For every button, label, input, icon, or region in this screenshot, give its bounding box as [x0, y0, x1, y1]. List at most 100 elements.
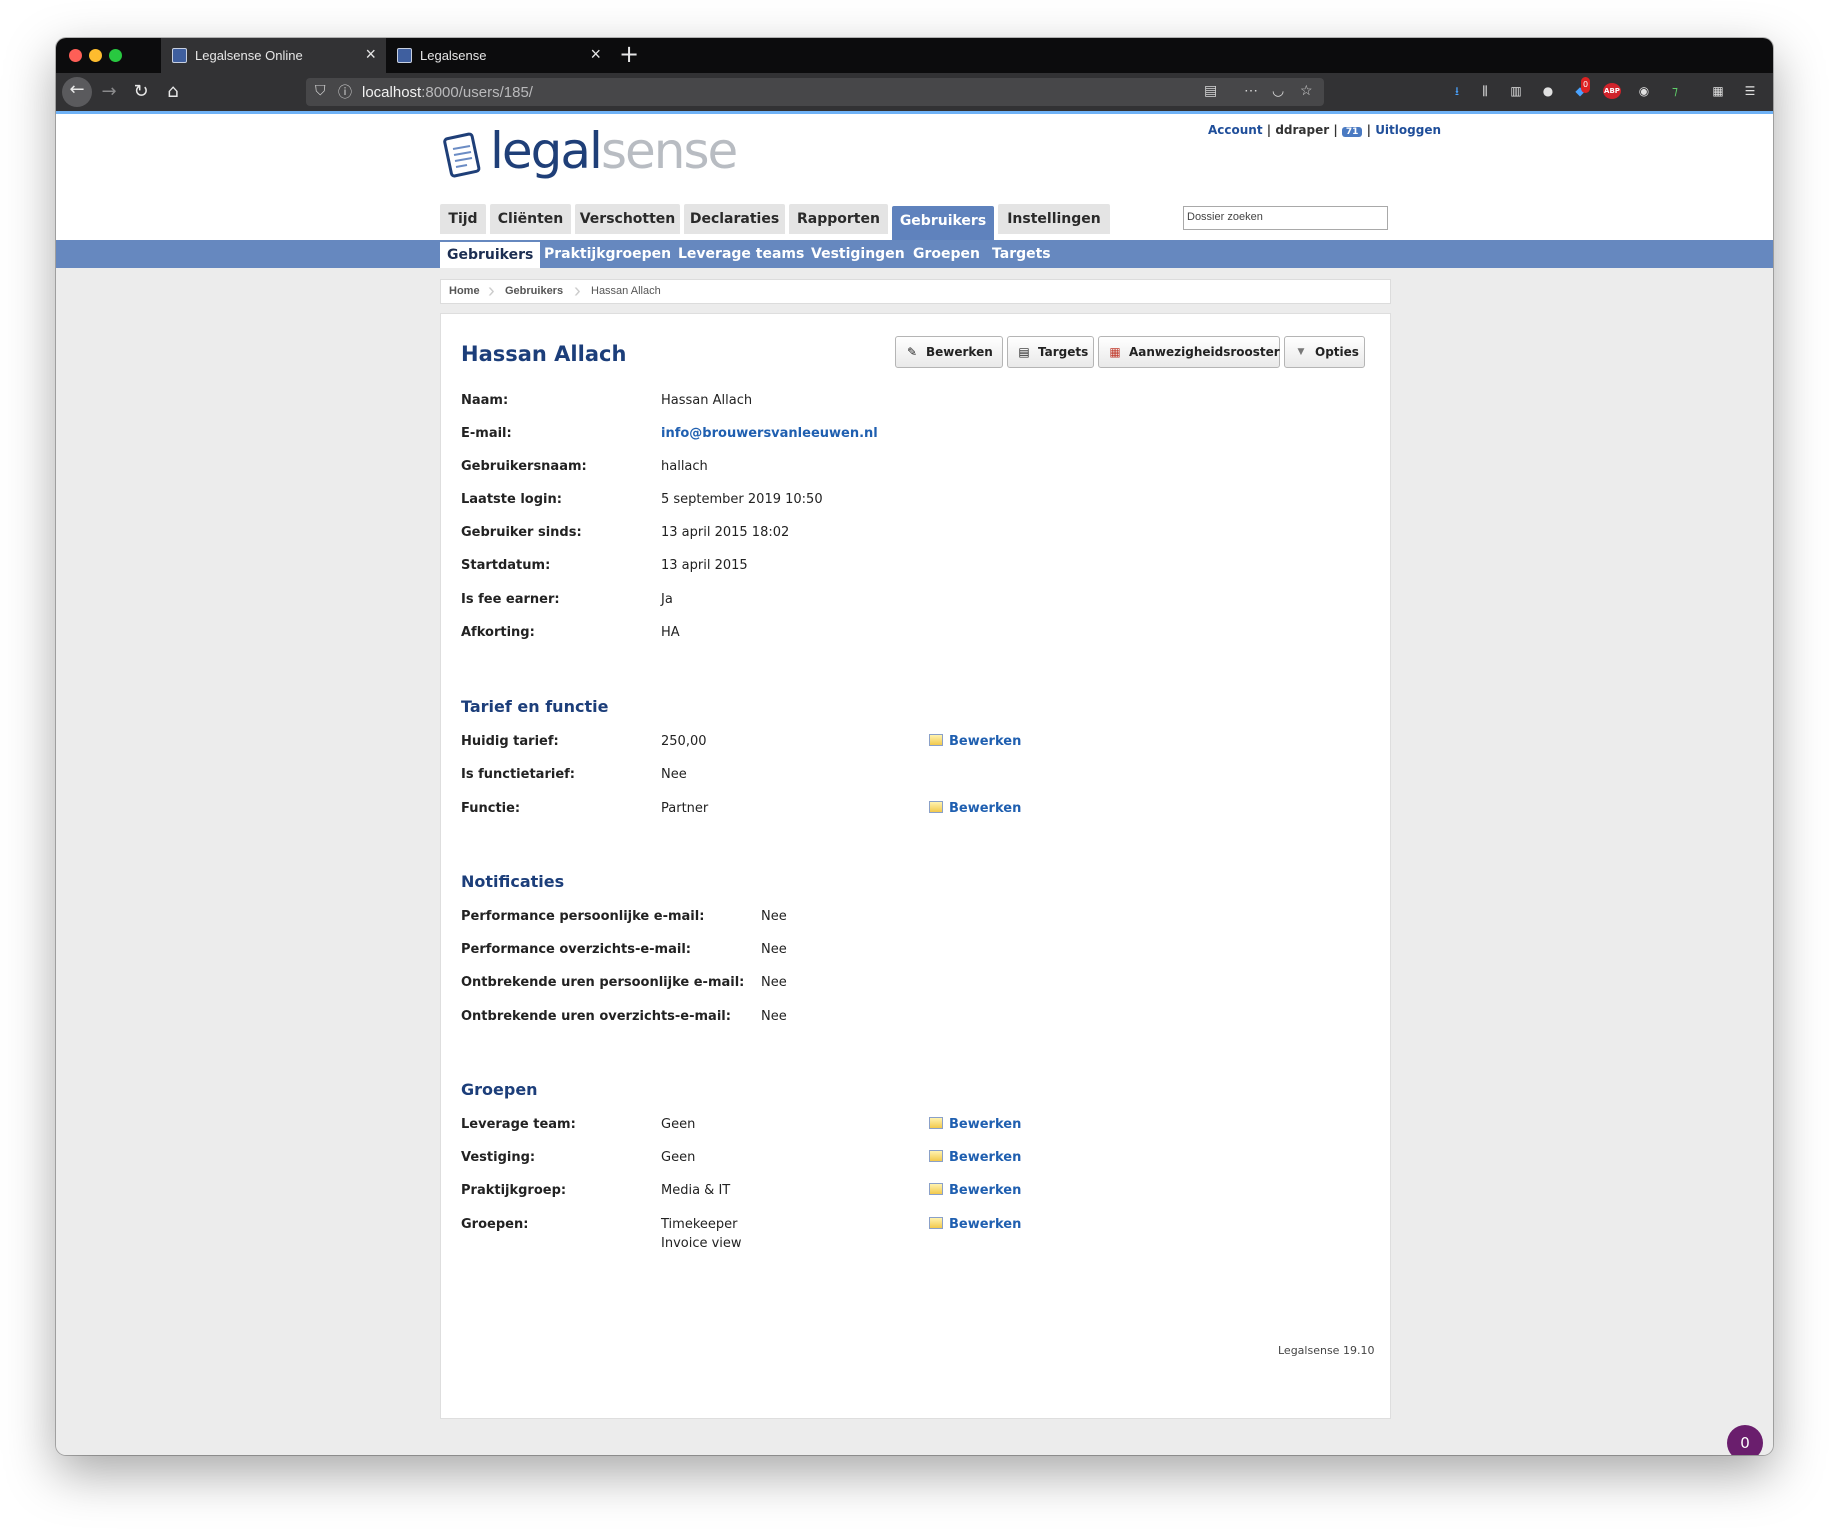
pocket-icon[interactable]: ◡: [1272, 82, 1284, 99]
tab-tijd[interactable]: Tijd: [440, 204, 486, 234]
tab-declaraties[interactable]: Declaraties: [684, 204, 785, 234]
breadcrumb-home[interactable]: Home: [449, 285, 480, 297]
field-label: Ontbrekende uren overzichts-e-mail:: [461, 1009, 731, 1024]
field-label: Naam:: [461, 393, 509, 408]
section-heading-notificaties: Notificaties: [461, 872, 565, 891]
notification-count-badge[interactable]: 71: [1341, 127, 1363, 137]
browser-tab[interactable]: Legalsense ×: [386, 38, 611, 73]
home-icon[interactable]: ⌂: [160, 79, 186, 105]
close-window-button[interactable]: [69, 49, 82, 62]
subnav-gebruikers[interactable]: Gebruikers: [440, 242, 541, 268]
field-value: 13 april 2015 18:02: [661, 525, 790, 540]
account-icon[interactable]: ◉: [1636, 83, 1652, 99]
field-value: 5 september 2019 10:50: [661, 492, 823, 507]
subnav-groepen[interactable]: Groepen: [913, 240, 980, 268]
field-value: 250,00: [661, 734, 707, 749]
section-heading-tarief: Tarief en functie: [461, 697, 609, 716]
edit-icon: [929, 1150, 943, 1162]
field-label: Praktijkgroep:: [461, 1183, 567, 1198]
field-value: HA: [661, 625, 680, 640]
field-label: Performance persoonlijke e-mail:: [461, 909, 705, 924]
edit-functie-link[interactable]: Bewerken: [929, 801, 1021, 816]
document-logo-icon: [443, 132, 481, 178]
field-value: Timekeeper: [661, 1217, 738, 1232]
chat-widget-button[interactable]: 0: [1727, 1425, 1763, 1455]
extensions-grid-icon[interactable]: ▦: [1710, 83, 1726, 99]
library-icon[interactable]: ⫼: [1477, 83, 1493, 99]
browser-tab-active[interactable]: Legalsense Online ×: [161, 38, 386, 73]
breadcrumb-current: Hassan Allach: [591, 285, 661, 297]
reload-icon[interactable]: ↻: [128, 79, 154, 105]
field-label: Performance overzichts-e-mail:: [461, 942, 691, 957]
subnav-vestigingen[interactable]: Vestigingen: [811, 240, 905, 268]
email-link[interactable]: info@brouwersvanleeuwen.nl: [661, 426, 878, 441]
subnav-praktijkgroepen[interactable]: Praktijkgroepen: [544, 240, 671, 268]
tab-verschotten[interactable]: Verschotten: [575, 204, 680, 234]
subnav-targets[interactable]: Targets: [992, 240, 1051, 268]
logout-link[interactable]: Uitloggen: [1375, 123, 1441, 137]
bookmark-star-icon[interactable]: ☆: [1300, 82, 1313, 99]
reader-view-icon[interactable]: ▤: [1204, 82, 1217, 99]
field-value: Geen: [661, 1150, 696, 1165]
forward-arrow-icon[interactable]: →: [96, 79, 122, 105]
page-title: Hassan Allach: [461, 342, 627, 366]
field-value: Geen: [661, 1117, 696, 1132]
edit-groepen-link[interactable]: Bewerken: [929, 1217, 1021, 1232]
browser-window: Legalsense Online × Legalsense × + ← → ↻…: [56, 38, 1773, 1455]
legalsense-favicon-icon: [172, 48, 187, 63]
extension-info-icon[interactable]: ●: [1540, 83, 1556, 99]
site-header: legalsense Account | ddraper | 71 | Uitl…: [56, 114, 1773, 240]
address-bar[interactable]: ⛉ ⓘ localhost:8000/users/185/ ▤ ⋯ ◡ ☆: [306, 78, 1324, 106]
minimize-window-button[interactable]: [89, 49, 102, 62]
download-icon[interactable]: ⭳: [1449, 83, 1465, 99]
field-label: Functie:: [461, 801, 521, 816]
new-tab-icon[interactable]: +: [619, 40, 639, 68]
tab-bar: Legalsense Online × Legalsense × +: [56, 38, 1773, 73]
account-link[interactable]: Account: [1208, 123, 1263, 137]
edit-tarief-link[interactable]: Bewerken: [929, 734, 1021, 749]
adblock-plus-icon[interactable]: ABP: [1603, 83, 1621, 99]
tab-rapporten[interactable]: Rapporten: [789, 204, 888, 234]
targets-button[interactable]: ▤ Targets: [1007, 336, 1094, 368]
options-dropdown-button[interactable]: ▼ Opties: [1284, 336, 1365, 368]
edit-vestiging-link[interactable]: Bewerken: [929, 1150, 1021, 1165]
breadcrumb-separator-icon: ›: [488, 280, 495, 302]
tab-clienten[interactable]: Cliënten: [490, 204, 571, 234]
maximize-window-button[interactable]: [109, 49, 122, 62]
edit-user-button[interactable]: ✎ Bewerken: [895, 336, 1003, 368]
edit-icon: [929, 1183, 943, 1195]
url-text: localhost:8000/users/185/: [362, 84, 533, 101]
dossier-search-input[interactable]: Dossier zoeken: [1183, 206, 1388, 230]
edit-leverage-team-link[interactable]: Bewerken: [929, 1117, 1021, 1132]
close-tab-icon[interactable]: ×: [590, 44, 601, 65]
breadcrumb-gebruikers[interactable]: Gebruikers: [505, 285, 563, 297]
edit-icon: [929, 734, 943, 746]
attendance-schedule-button[interactable]: ▦ Aanwezigheidsrooster: [1098, 336, 1280, 368]
edit-icon: [929, 1217, 943, 1229]
field-label: Huidig tarief:: [461, 734, 559, 749]
tab-gebruikers[interactable]: Gebruikers: [892, 206, 994, 240]
sidebar-icon[interactable]: ▥: [1508, 83, 1524, 99]
field-label: Groepen:: [461, 1217, 529, 1232]
shield-icon[interactable]: ⛉: [315, 82, 326, 99]
color-extension-icon[interactable]: ⁊: [1667, 83, 1683, 99]
info-icon[interactable]: ⓘ: [338, 82, 352, 102]
back-arrow-icon[interactable]: ←: [62, 77, 92, 107]
breadcrumb-separator-icon: ›: [574, 280, 581, 302]
field-value: hallach: [661, 459, 708, 474]
field-value: Partner: [661, 801, 709, 816]
hamburger-menu-icon[interactable]: ☰: [1742, 83, 1758, 99]
field-label: Ontbrekende uren persoonlijke e-mail:: [461, 975, 745, 990]
user-detail-panel: Hassan Allach ✎ Bewerken ▤ Targets ▦ Aan…: [440, 313, 1391, 1419]
close-tab-icon[interactable]: ×: [365, 44, 376, 65]
subnav-leverage-teams[interactable]: Leverage teams: [678, 240, 804, 268]
notification-extension-icon[interactable]: ◆ 0: [1572, 77, 1591, 99]
version-footer: Legalsense 19.10: [1278, 1344, 1375, 1357]
field-label: Is functietarief:: [461, 767, 575, 782]
edit-praktijkgroep-link[interactable]: Bewerken: [929, 1183, 1021, 1198]
more-actions-icon[interactable]: ⋯: [1244, 82, 1258, 99]
edit-icon: [929, 1117, 943, 1129]
tab-instellingen[interactable]: Instellingen: [998, 204, 1110, 234]
logo-wordmark: legalsense: [490, 122, 738, 180]
chevron-down-icon: ▼: [1297, 347, 1305, 357]
